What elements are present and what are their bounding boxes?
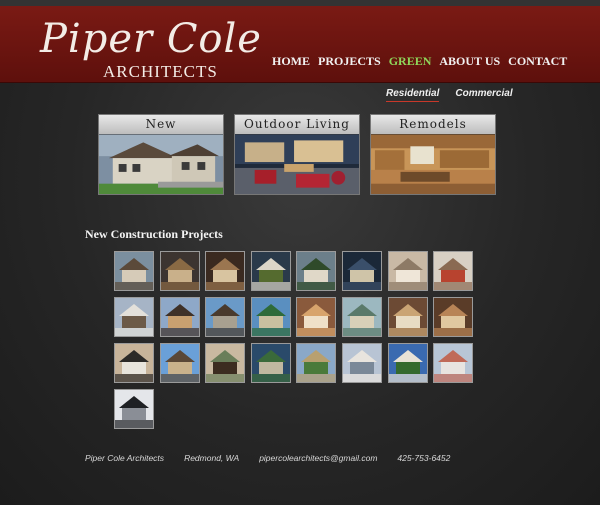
new-construction-photo: [99, 134, 223, 194]
project-photo: [297, 298, 336, 336]
project-thumbnail[interactable]: [342, 297, 382, 337]
category-outdoor-living[interactable]: Outdoor Living: [234, 114, 360, 195]
footer-company: Piper Cole Architects: [85, 453, 165, 463]
project-photo: [297, 344, 336, 382]
project-thumbnail[interactable]: [159, 297, 200, 337]
project-photo: [206, 298, 245, 336]
project-thumbnail[interactable]: [387, 297, 428, 337]
project-thumbnail[interactable]: [205, 343, 246, 383]
project-type-subnav: Residential Commercial: [386, 88, 513, 102]
category-new-construction[interactable]: New Construction: [98, 114, 224, 195]
project-photo: [115, 298, 153, 336]
nav-projects[interactable]: PROJECTS: [318, 54, 381, 69]
project-thumbnail[interactable]: [114, 389, 154, 429]
main-nav: HOME PROJECTS GREEN ABOUT US CONTACT: [272, 54, 567, 69]
project-photo: [434, 252, 473, 290]
logo-script-text[interactable]: Piper Cole: [40, 16, 262, 62]
project-photo: [115, 252, 153, 290]
project-photo: [160, 252, 199, 290]
category-label: Outdoor Living: [235, 115, 359, 134]
category-label: New Construction: [99, 115, 223, 150]
outdoor-living-photo: [235, 134, 359, 194]
project-thumbnail[interactable]: [114, 251, 154, 291]
project-photo: [388, 252, 427, 290]
project-photo: [343, 252, 381, 290]
project-photo: [115, 390, 153, 428]
project-thumbnail[interactable]: [387, 251, 428, 291]
project-thumbnail[interactable]: [433, 297, 474, 337]
logo-subtitle[interactable]: ARCHITECTS: [103, 62, 218, 82]
project-thumbnail[interactable]: [296, 343, 337, 383]
footer-location: Redmond, WA: [184, 453, 240, 463]
nav-home[interactable]: HOME: [272, 54, 310, 69]
footer-email[interactable]: pipercolearchitects@gmail.com: [259, 453, 377, 463]
project-photo: [434, 298, 473, 336]
project-photo: [251, 344, 290, 382]
category-label: Remodels: [371, 115, 495, 134]
site-footer: Piper Cole Architects Redmond, WA piperc…: [85, 453, 450, 463]
footer-phone: 425-753-6452: [397, 453, 451, 463]
project-thumbnail[interactable]: [387, 343, 428, 383]
project-photo: [343, 344, 381, 382]
project-thumbnail[interactable]: [433, 251, 474, 291]
project-photo: [115, 344, 153, 382]
nav-about-us[interactable]: ABOUT US: [439, 54, 500, 69]
project-thumbnail[interactable]: [114, 297, 154, 337]
project-thumbnail[interactable]: [250, 343, 291, 383]
project-thumbnail[interactable]: [342, 251, 382, 291]
project-photo: [251, 298, 290, 336]
project-thumbnail[interactable]: [250, 251, 291, 291]
site-header: Piper Cole ARCHITECTS HOME PROJECTS GREE…: [0, 6, 600, 83]
project-thumbnail[interactable]: [342, 343, 382, 383]
project-thumbnail[interactable]: [250, 297, 291, 337]
subnav-commercial[interactable]: Commercial: [455, 88, 512, 102]
project-photo: [343, 298, 381, 336]
project-photo: [388, 344, 427, 382]
project-thumbnail[interactable]: [433, 343, 474, 383]
project-photo: [160, 298, 199, 336]
subnav-residential[interactable]: Residential: [386, 88, 440, 102]
project-thumbnail[interactable]: [159, 343, 200, 383]
project-photo: [206, 344, 245, 382]
project-thumbnail[interactable]: [205, 251, 246, 291]
section-title: New Construction Projects: [85, 227, 223, 241]
project-thumbnail[interactable]: [296, 251, 337, 291]
project-photo: [160, 344, 199, 382]
project-photo: [297, 252, 336, 290]
nav-green[interactable]: GREEN: [389, 54, 432, 69]
project-thumbnail[interactable]: [159, 251, 200, 291]
project-photo: [251, 252, 290, 290]
remodels-photo: [371, 134, 495, 194]
category-remodels[interactable]: Remodels: [370, 114, 496, 195]
nav-contact[interactable]: CONTACT: [508, 54, 567, 69]
project-photo: [434, 344, 473, 382]
project-thumbnail[interactable]: [205, 297, 246, 337]
project-photo: [388, 298, 427, 336]
project-thumbnail[interactable]: [296, 297, 337, 337]
project-photo: [206, 252, 245, 290]
project-thumbnail[interactable]: [114, 343, 154, 383]
